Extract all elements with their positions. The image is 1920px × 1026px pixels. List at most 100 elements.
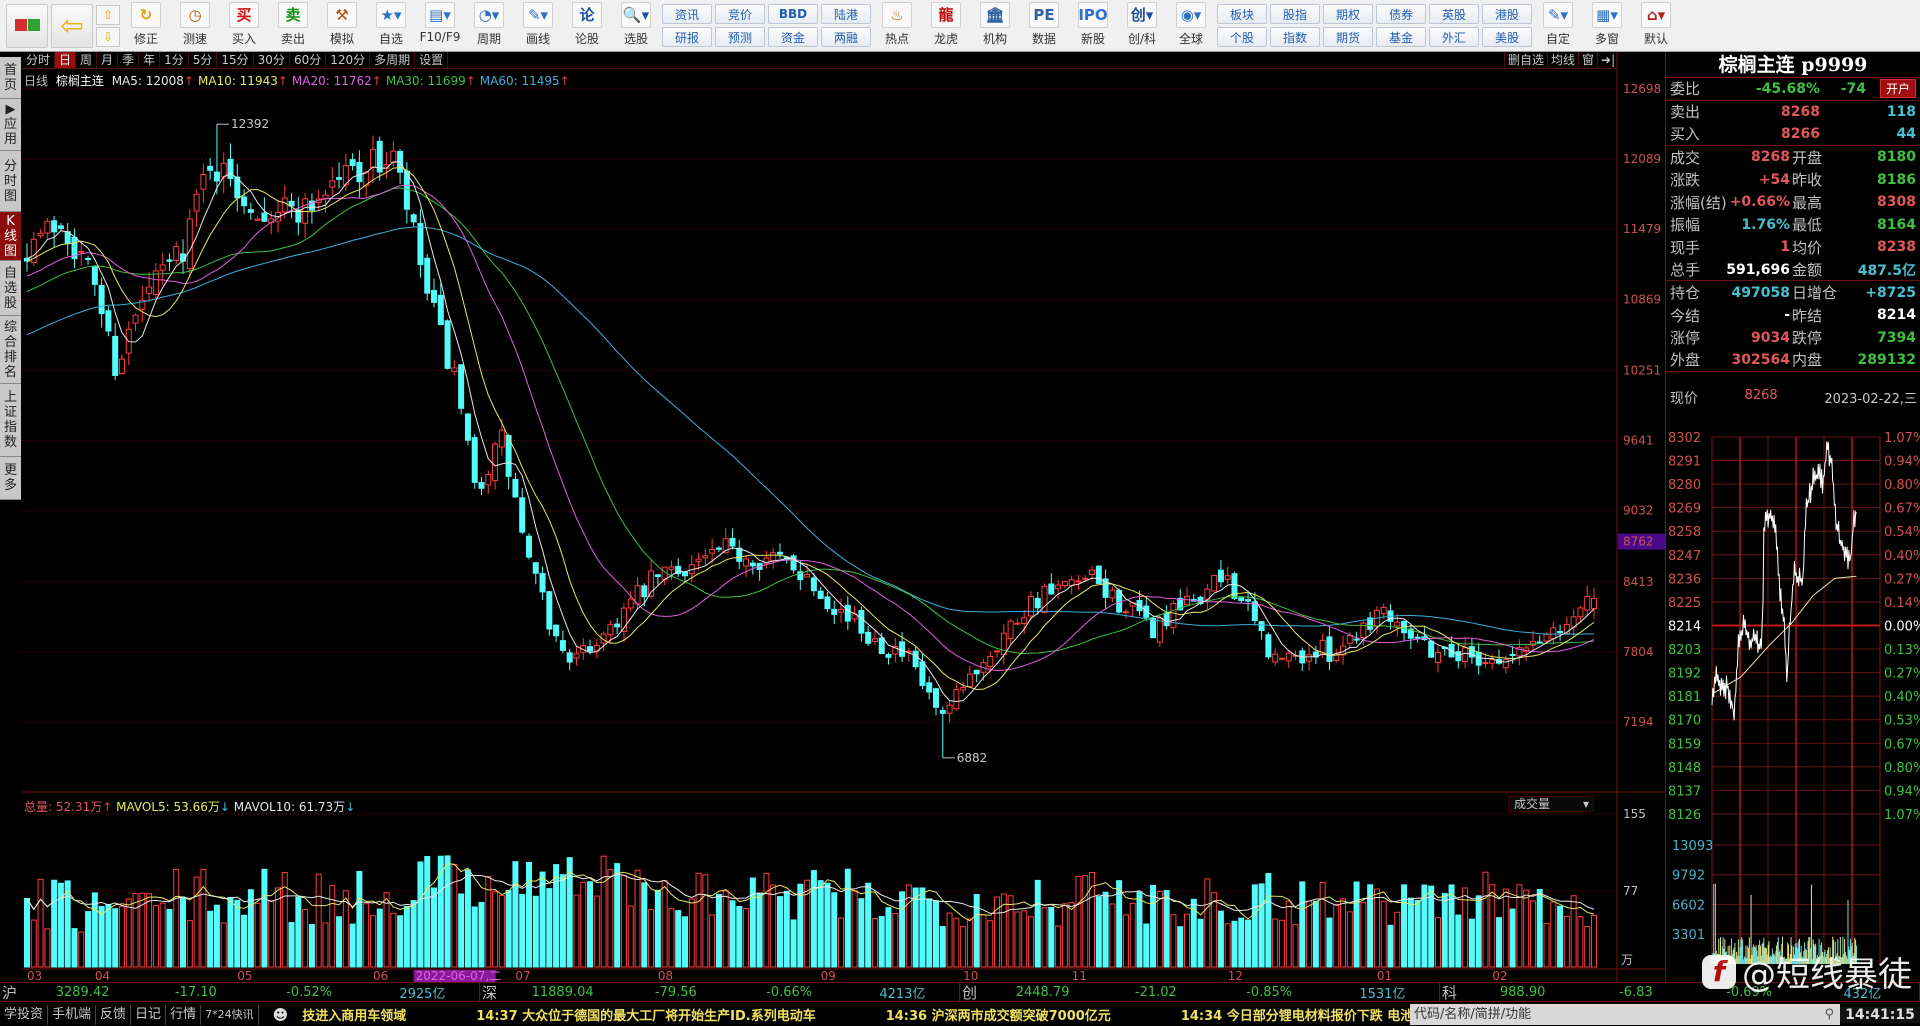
- bid-row: 买入 8266 44: [1666, 123, 1920, 146]
- volume-bar: [1055, 925, 1062, 968]
- candle: [729, 528, 736, 550]
- volume-bar: [587, 881, 594, 968]
- candle: [566, 649, 573, 671]
- candle: [939, 706, 946, 758]
- month-label: 02: [1492, 969, 1507, 983]
- volume-bar: [1245, 919, 1252, 968]
- quote-row: 今结 - 昨结 8214: [1666, 304, 1920, 327]
- volume-bar: [1319, 882, 1326, 968]
- volume-bar: [960, 926, 967, 968]
- volume-bar: [1034, 879, 1041, 968]
- status-link[interactable]: 反馈: [96, 1004, 132, 1025]
- watermark-text: @短线暴徒: [1742, 955, 1912, 995]
- volume-bar: [1333, 903, 1340, 968]
- volume-bar: [1407, 897, 1414, 968]
- label: 现价: [1670, 391, 1698, 407]
- volume-bar: [1238, 917, 1245, 968]
- volume-bar: [634, 869, 641, 968]
- volume-bar: [1441, 892, 1448, 968]
- volume-bar: [1272, 918, 1279, 968]
- volume-bar: [1373, 888, 1380, 968]
- volume-bar: [1027, 916, 1034, 968]
- kline-chart[interactable]: 12698 12089 11479 10869 10251 9641 9032 8413 780…: [0, 0, 1920, 1026]
- volume-bar: [1265, 873, 1272, 968]
- quote-row: 现手 1 均价 8238: [1666, 236, 1920, 259]
- candle: [458, 363, 465, 415]
- volume-bar: [1536, 888, 1543, 968]
- volume-bar: [322, 922, 329, 968]
- volume-bar: [180, 896, 187, 968]
- volume-bar: [539, 871, 546, 968]
- news-item[interactable]: 14:37 大众位于德国的最大工厂将开始生产ID.系列电动车: [476, 1009, 815, 1024]
- volume-bar: [912, 887, 919, 968]
- volume-bar: [980, 914, 987, 968]
- volume-bar: [1177, 926, 1184, 968]
- candle: [51, 216, 58, 248]
- candle: [329, 167, 336, 196]
- price-tick: 10251: [1623, 363, 1661, 377]
- volume-bar: [1421, 884, 1428, 968]
- volume-bar: [98, 905, 105, 968]
- label: 现手: [1670, 238, 1701, 257]
- volume-bar: [1122, 914, 1129, 968]
- candle: [397, 149, 404, 185]
- volume-bar: [512, 861, 519, 968]
- news-item[interactable]: 技进入商用车领域: [302, 1009, 406, 1024]
- candle: [85, 255, 92, 265]
- volume-bar: [403, 905, 410, 968]
- news-item[interactable]: 14:36 沪深两市成交额突破7000亿元: [886, 1009, 1111, 1024]
- candle: [994, 650, 1001, 659]
- volume-bar: [1163, 889, 1170, 968]
- price-tick: 10869: [1623, 292, 1661, 306]
- news-ticker[interactable]: 技进入商用车领域 14:37 大众位于德国的最大工厂将开始生产ID.系列电动车 14…: [294, 1005, 1410, 1024]
- volume-bar: [865, 882, 872, 968]
- bid-volume: 44: [1896, 125, 1916, 142]
- candle: [1217, 559, 1224, 588]
- search-input[interactable]: 代码/名称/简拼/功能 ⚲: [1410, 1004, 1840, 1025]
- candle: [105, 305, 112, 337]
- month-label: 01: [1377, 969, 1392, 983]
- value: 289132: [1857, 351, 1916, 368]
- volume-bar: [288, 922, 295, 968]
- candle: [1394, 613, 1401, 637]
- value: 302564: [1731, 351, 1790, 368]
- volume-bar: [471, 906, 478, 968]
- volume-bar: [505, 890, 512, 968]
- label: 涨幅(结): [1670, 193, 1727, 212]
- label: 跌停: [1792, 329, 1823, 348]
- index-1[interactable]: 深 11889.04 -79.56 -0.66% 4213亿: [480, 983, 960, 1002]
- candle: [749, 560, 756, 575]
- index-0[interactable]: 沪 3289.42 -17.10 -0.52% 2925亿: [0, 983, 480, 1002]
- status-link[interactable]: 手机端: [48, 1004, 97, 1025]
- volume-bar: [424, 855, 431, 968]
- candle: [525, 533, 532, 560]
- volume-bar: [1251, 884, 1258, 968]
- status-link[interactable]: 日记: [131, 1004, 167, 1025]
- month-label: 09: [821, 969, 836, 983]
- volume-bar: [498, 894, 505, 968]
- candle: [1434, 646, 1441, 673]
- candle: [546, 590, 553, 636]
- label: 涨停: [1670, 329, 1701, 348]
- candle: [1401, 619, 1408, 641]
- mavol5: MAVOL5: 53.66万: [116, 800, 220, 814]
- index-chg: -21.02: [1134, 984, 1177, 1000]
- status-link[interactable]: 7*24快讯: [201, 1004, 259, 1025]
- status-link[interactable]: 行情: [166, 1004, 202, 1025]
- volume-bar: [553, 864, 560, 968]
- value: 9034: [1751, 329, 1790, 346]
- open-account-button[interactable]: 开户: [1879, 79, 1916, 99]
- volume-bar: [1007, 895, 1014, 968]
- candle: [410, 213, 417, 227]
- candle: [654, 574, 661, 585]
- status-link[interactable]: 学投资: [0, 1004, 49, 1025]
- candle: [186, 209, 193, 278]
- candle: [200, 164, 207, 203]
- value: 591,696: [1726, 261, 1790, 278]
- indicator-select[interactable]: 成交量 ▾: [1508, 796, 1594, 812]
- index-2[interactable]: 创 2448.79 -21.02 -0.85% 1531亿: [960, 983, 1440, 1002]
- news-item[interactable]: 14:34 今日部分锂电材料报价下跌 电池级碳酸锂跌6500元/吨: [1181, 1009, 1410, 1024]
- index-pct: -0.85%: [1246, 984, 1293, 1000]
- value: -: [1784, 307, 1790, 324]
- volume-bar: [1068, 902, 1075, 968]
